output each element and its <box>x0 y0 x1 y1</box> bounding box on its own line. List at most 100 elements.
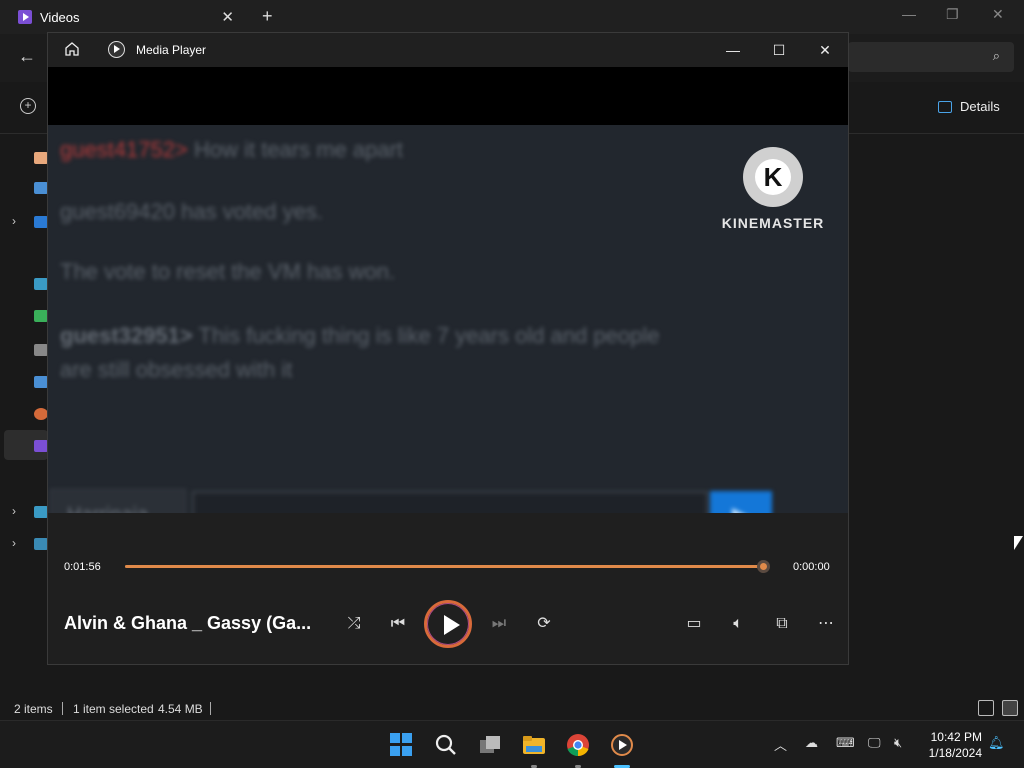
clock[interactable]: 10:42 PM 1/18/2024 <box>922 729 982 761</box>
seek-thumb[interactable] <box>757 560 770 573</box>
clock-date: 1/18/2024 <box>928 746 982 760</box>
chat-line: The vote to reset the VM has won. <box>60 259 395 285</box>
chat-username: Harrinaia <box>50 489 186 513</box>
notification-bell-icon[interactable]: 🔔︎ <box>988 735 1005 751</box>
chat-user: guest41752> <box>60 137 188 162</box>
media-player-logo-icon <box>108 41 125 58</box>
chat-line: guest41752> How it tears me apart <box>60 137 403 163</box>
chat-text: guest69420 has voted yes. <box>60 199 323 224</box>
playback-controls: Alvin & Ghana _ Gassy (Ga... ⤮ ⏮ ⏭ ⟳ ▭ 🔈… <box>48 588 848 658</box>
details-label: Details <box>960 99 1000 114</box>
divider <box>210 702 211 715</box>
tiles-view-icon[interactable] <box>1002 700 1018 716</box>
desktop-icon[interactable] <box>34 278 48 290</box>
close-window-icon[interactable]: ✕ <box>992 6 1004 23</box>
selection-size: 4.54 MB <box>158 702 203 716</box>
chat-message-field <box>192 491 708 513</box>
chat-text: are still obsessed with it <box>60 357 293 382</box>
home-icon[interactable] <box>64 41 80 57</box>
chat-line: guest32951> This fucking thing is like 7… <box>60 323 659 349</box>
chat-text: This fucking thing is like 7 years old a… <box>198 323 660 348</box>
video-letterbox <box>48 67 848 125</box>
seek-bar-progress <box>125 565 763 568</box>
divider <box>62 702 63 715</box>
details-pane-icon <box>938 100 952 113</box>
start-windows-icon[interactable] <box>390 733 414 757</box>
send-icon <box>710 491 772 513</box>
task-view-icon[interactable] <box>478 733 502 757</box>
miniplayer-icon[interactable]: ⧉ <box>770 612 794 636</box>
network-icon[interactable]: 🖵︎ <box>868 735 881 751</box>
videos-folder-icon <box>18 10 32 24</box>
details-button[interactable]: Details <box>938 99 1000 114</box>
seek-bar[interactable] <box>125 560 770 573</box>
new-tab-button[interactable]: + <box>262 6 273 27</box>
details-view-icon[interactable] <box>978 700 994 716</box>
downloads-icon[interactable] <box>34 310 48 322</box>
close-tab-icon[interactable]: ✕ <box>221 8 234 26</box>
search-icon: ⌕ <box>992 48 1000 63</box>
minimize-icon[interactable]: — <box>902 6 916 22</box>
kinemaster-logo: K <box>743 147 803 207</box>
media-player-titlebar: Media Player — ☐ ✕ <box>48 33 848 67</box>
videos-icon <box>34 440 48 452</box>
chat-user: guest32951> <box>60 323 193 348</box>
chat-input-row: Harrinaia <box>50 489 772 513</box>
app-title: Media Player <box>136 43 207 57</box>
maximize-icon[interactable]: ☐ <box>768 39 790 61</box>
gallery-icon[interactable] <box>34 182 48 194</box>
next-track-icon[interactable]: ⏭ <box>487 612 511 636</box>
volume-muted-icon[interactable]: 🔇︎ <box>894 735 902 751</box>
chat-line: guest69420 has voted yes. <box>60 199 323 225</box>
play-button[interactable] <box>424 600 472 648</box>
explorer-sidebar: › › › <box>0 140 48 560</box>
chat-text: How it tears me apart <box>193 137 404 162</box>
chrome-icon[interactable] <box>566 733 590 757</box>
song-title[interactable]: Alvin & Ghana _ Gassy (Ga... <box>64 613 311 634</box>
media-player-taskbar-icon[interactable] <box>610 733 634 757</box>
music-icon[interactable] <box>34 408 48 420</box>
home-icon[interactable] <box>34 152 48 164</box>
time-remaining: 0:00:00 <box>793 561 830 573</box>
media-player-window: Media Player — ☐ ✕ guest41752> How it te… <box>47 32 849 665</box>
kinemaster-watermark: K KINEMASTER <box>718 147 828 231</box>
new-item-icon[interactable]: + <box>20 98 36 114</box>
explorer-status-bar: 2 items 1 item selected 4.54 MB <box>0 698 1024 720</box>
shuffle-icon[interactable]: ⤮ <box>342 612 366 636</box>
repeat-icon[interactable]: ⟳ <box>532 612 556 636</box>
time-elapsed: 0:01:56 <box>64 561 101 573</box>
show-hidden-icons-chevron-icon[interactable]: ︿ <box>774 735 787 754</box>
selection-count: 1 item selected <box>73 702 154 716</box>
previous-track-icon[interactable]: ⏮ <box>386 612 410 636</box>
captions-icon[interactable]: ▭ <box>682 612 706 636</box>
file-explorer-icon[interactable] <box>522 733 546 757</box>
mouse-cursor <box>1014 536 1023 550</box>
onedrive-icon[interactable] <box>34 216 48 228</box>
seek-bar-area: 0:01:56 0:00:00 <box>48 553 848 573</box>
video-area[interactable]: guest41752> How it tears me apart guest6… <box>48 67 848 513</box>
network-icon[interactable] <box>34 538 48 550</box>
pictures-icon[interactable] <box>34 376 48 388</box>
minimize-icon[interactable]: — <box>722 39 744 61</box>
chat-text: The vote to reset the VM has won. <box>60 259 396 284</box>
item-count: 2 items <box>14 702 53 716</box>
close-icon[interactable]: ✕ <box>814 39 836 61</box>
clock-time: 10:42 PM <box>930 730 982 744</box>
back-arrow-icon[interactable]: ← <box>18 46 36 67</box>
kinemaster-logo-letter: K <box>763 162 783 192</box>
keyboard-icon[interactable]: ⌨ <box>836 735 855 751</box>
chat-line: are still obsessed with it <box>60 357 292 383</box>
volume-icon[interactable]: 🔈︎ <box>726 612 750 636</box>
documents-icon[interactable] <box>34 344 48 356</box>
explorer-tab[interactable]: Videos ✕ <box>8 2 246 32</box>
search-icon[interactable] <box>434 733 458 757</box>
this-pc-icon[interactable] <box>34 506 48 518</box>
expand-chevron-icon[interactable]: › <box>12 536 16 550</box>
restore-icon[interactable]: ❐ <box>946 6 959 23</box>
onedrive-cloud-icon[interactable]: ☁ <box>805 735 818 751</box>
expand-chevron-icon[interactable]: › <box>12 504 16 518</box>
explorer-search-box[interactable]: ⌕ <box>848 42 1014 72</box>
expand-chevron-icon[interactable]: › <box>12 214 16 228</box>
taskbar: ︿ ☁ ⌨ 🖵︎ 🔇︎ 10:42 PM 1/18/2024 🔔︎ <box>0 720 1024 768</box>
more-options-icon[interactable]: ⋯ <box>814 612 838 636</box>
